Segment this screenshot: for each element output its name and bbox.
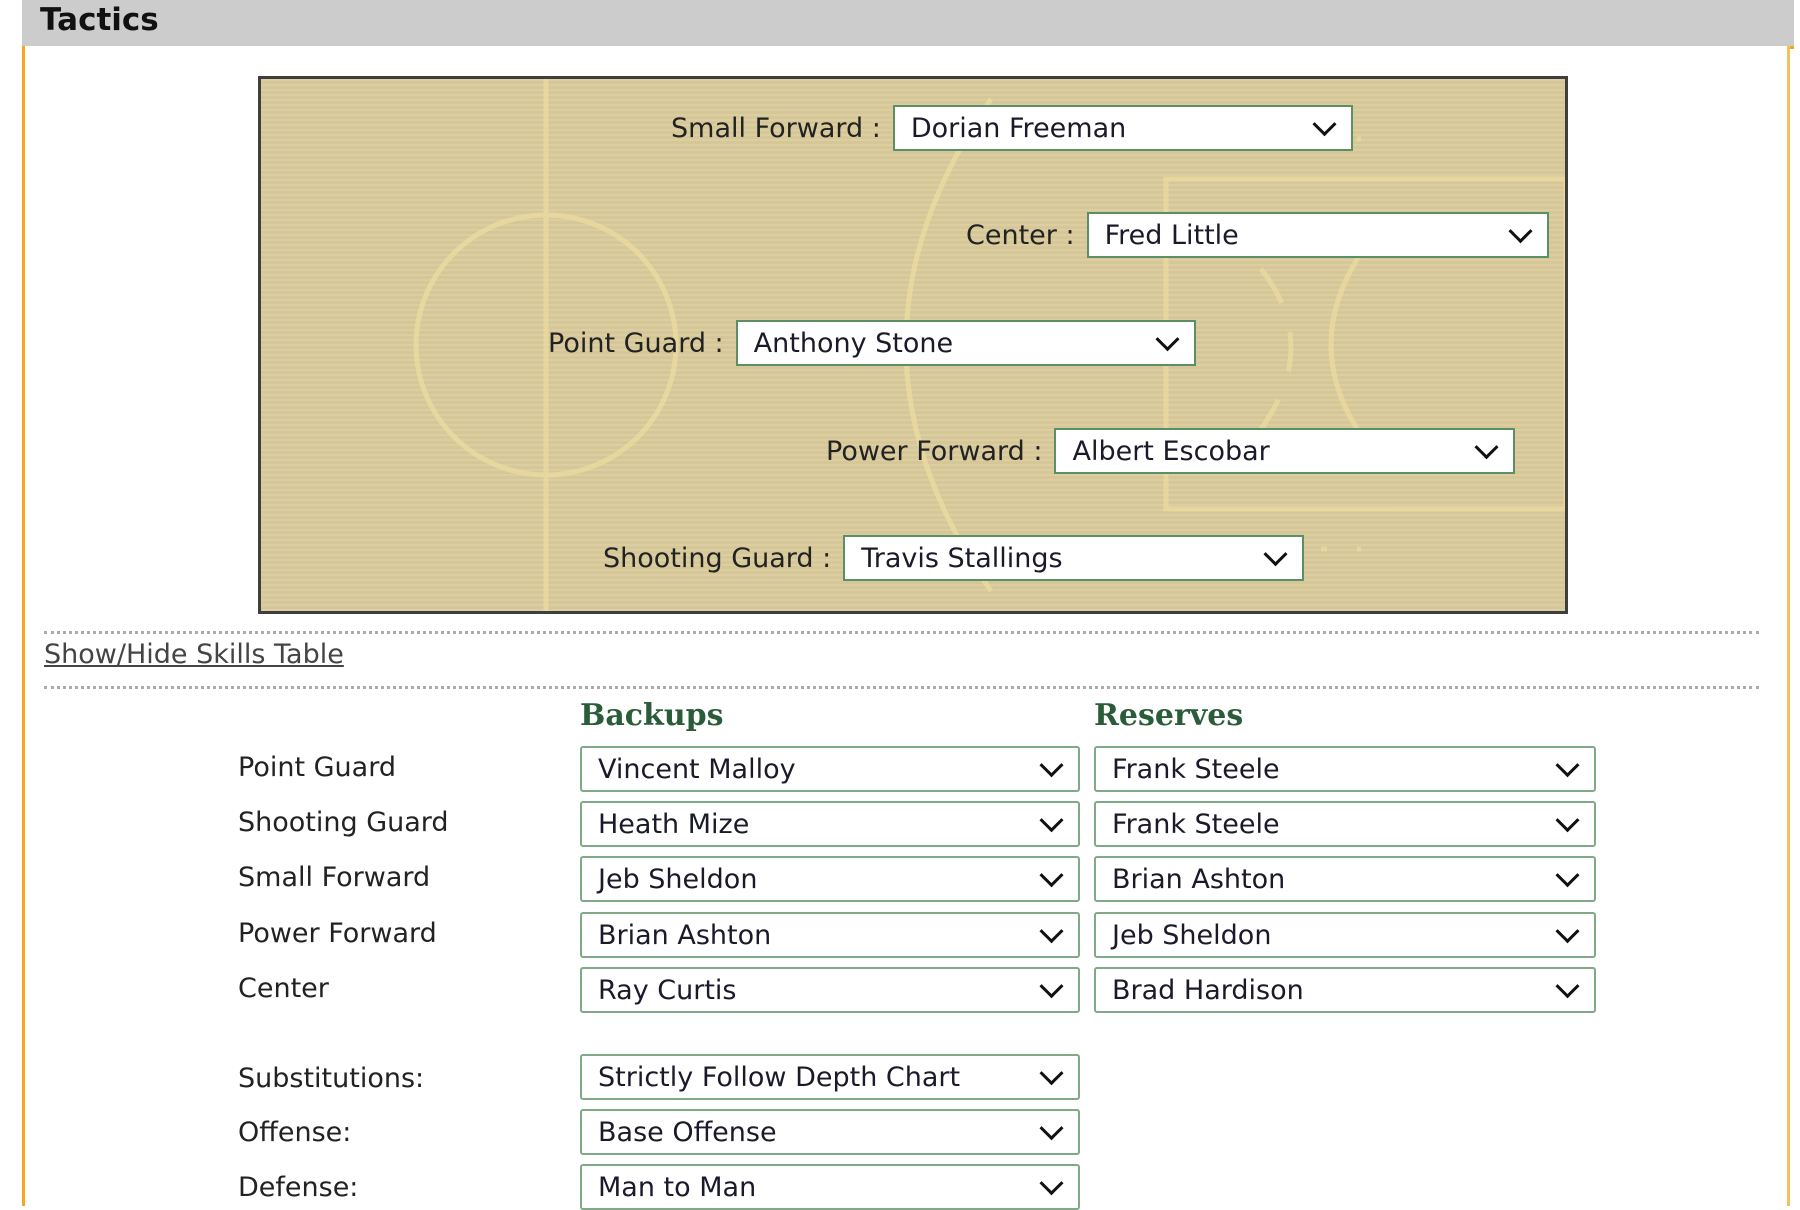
select-value: Frank Steele: [1112, 808, 1280, 840]
select-value: Strictly Follow Depth Chart: [598, 1061, 961, 1093]
starter-center: Center : Fred Little: [966, 212, 1549, 258]
select-value: Ray Curtis: [598, 974, 737, 1006]
select-value: Vincent Malloy: [598, 753, 796, 785]
reserve-select[interactable]: Brian Ashton: [1094, 856, 1596, 902]
select-value: Brian Ashton: [598, 919, 772, 951]
substitutions-select[interactable]: Strictly Follow Depth Chart: [580, 1054, 1080, 1100]
starter-center-select[interactable]: Fred Little: [1086, 212, 1549, 258]
depth-row-label: Point Guard: [238, 752, 396, 783]
backup-select[interactable]: Heath Mize: [580, 801, 1080, 847]
starter-point-guard: Point Guard : Anthony Stone: [548, 320, 1196, 366]
select-value: Frank Steele: [1112, 753, 1280, 785]
chevron-down-icon: [1039, 919, 1064, 944]
select-value: Man to Man: [598, 1171, 757, 1203]
chevron-down-icon: [1039, 1171, 1064, 1196]
starter-shooting-guard-select[interactable]: Travis Stallings: [843, 535, 1305, 581]
starter-label: Small Forward :: [671, 112, 881, 144]
substitutions-label: Substitutions:: [238, 1063, 425, 1094]
chevron-down-icon: [1555, 808, 1580, 833]
starter-power-forward-select[interactable]: Albert Escobar: [1054, 428, 1516, 474]
chevron-down-icon: [1474, 435, 1500, 460]
select-value: Dorian Freeman: [910, 112, 1127, 144]
chevron-down-icon: [1508, 219, 1533, 244]
starter-label: Power Forward :: [826, 435, 1043, 467]
divider: [44, 631, 1759, 634]
starter-shooting-guard: Shooting Guard : Travis Stallings: [603, 535, 1305, 581]
defense-select[interactable]: Man to Man: [580, 1164, 1080, 1210]
backup-select[interactable]: Vincent Malloy: [580, 746, 1080, 792]
chevron-down-icon: [1312, 112, 1337, 137]
starter-label: Center :: [966, 219, 1075, 251]
chevron-down-icon: [1039, 863, 1064, 888]
starter-label: Shooting Guard :: [603, 542, 832, 574]
starter-point-guard-select[interactable]: Anthony Stone: [735, 320, 1196, 366]
offense-select[interactable]: Base Offense: [580, 1109, 1080, 1155]
show-hide-skills-link[interactable]: Show/Hide Skills Table: [44, 639, 344, 670]
backup-select[interactable]: Jeb Sheldon: [580, 856, 1080, 902]
select-value: Brian Ashton: [1112, 863, 1286, 895]
starter-small-forward-select[interactable]: Dorian Freeman: [892, 105, 1353, 151]
section-title: Tactics: [40, 2, 159, 38]
depth-row-label: Power Forward: [238, 918, 437, 949]
depth-row-label: Small Forward: [238, 862, 431, 893]
select-value: Travis Stallings: [861, 542, 1063, 574]
offense-label: Offense:: [238, 1117, 352, 1148]
chevron-down-icon: [1155, 327, 1180, 352]
section-header: Tactics: [22, 0, 1794, 49]
chevron-down-icon: [1263, 542, 1288, 567]
defense-label: Defense:: [238, 1172, 359, 1203]
select-value: Heath Mize: [598, 808, 750, 840]
chevron-down-icon: [1555, 753, 1580, 778]
select-value: Base Offense: [598, 1116, 777, 1148]
starter-power-forward: Power Forward : Albert Escobar: [826, 428, 1516, 474]
backup-select[interactable]: Ray Curtis: [580, 967, 1080, 1013]
select-value: Albert Escobar: [1072, 435, 1270, 467]
starter-label: Point Guard :: [548, 327, 724, 359]
select-value: Brad Hardison: [1112, 974, 1304, 1006]
backups-header: Backups: [580, 698, 724, 733]
backup-select[interactable]: Brian Ashton: [580, 912, 1080, 958]
chevron-down-icon: [1039, 808, 1064, 833]
starter-small-forward: Small Forward : Dorian Freeman: [671, 105, 1353, 151]
reserve-select[interactable]: Frank Steele: [1094, 801, 1596, 847]
reserves-header: Reserves: [1094, 698, 1244, 733]
select-value: Jeb Sheldon: [1112, 919, 1272, 951]
select-value: Anthony Stone: [753, 327, 954, 359]
select-value: Fred Little: [1104, 219, 1239, 251]
select-value: Jeb Sheldon: [598, 863, 758, 895]
divider: [44, 686, 1759, 689]
chevron-down-icon: [1039, 753, 1064, 778]
chevron-down-icon: [1039, 1061, 1064, 1086]
reserve-select[interactable]: Jeb Sheldon: [1094, 912, 1596, 958]
depth-row-label: Shooting Guard: [238, 807, 449, 838]
court-diagram: Small Forward : Dorian Freeman Center : …: [258, 76, 1568, 614]
reserve-select[interactable]: Brad Hardison: [1094, 967, 1596, 1013]
chevron-down-icon: [1555, 919, 1580, 944]
chevron-down-icon: [1039, 974, 1064, 999]
reserve-select[interactable]: Frank Steele: [1094, 746, 1596, 792]
depth-row-label: Center: [238, 973, 329, 1004]
chevron-down-icon: [1555, 974, 1580, 999]
chevron-down-icon: [1555, 863, 1580, 888]
chevron-down-icon: [1039, 1116, 1064, 1141]
